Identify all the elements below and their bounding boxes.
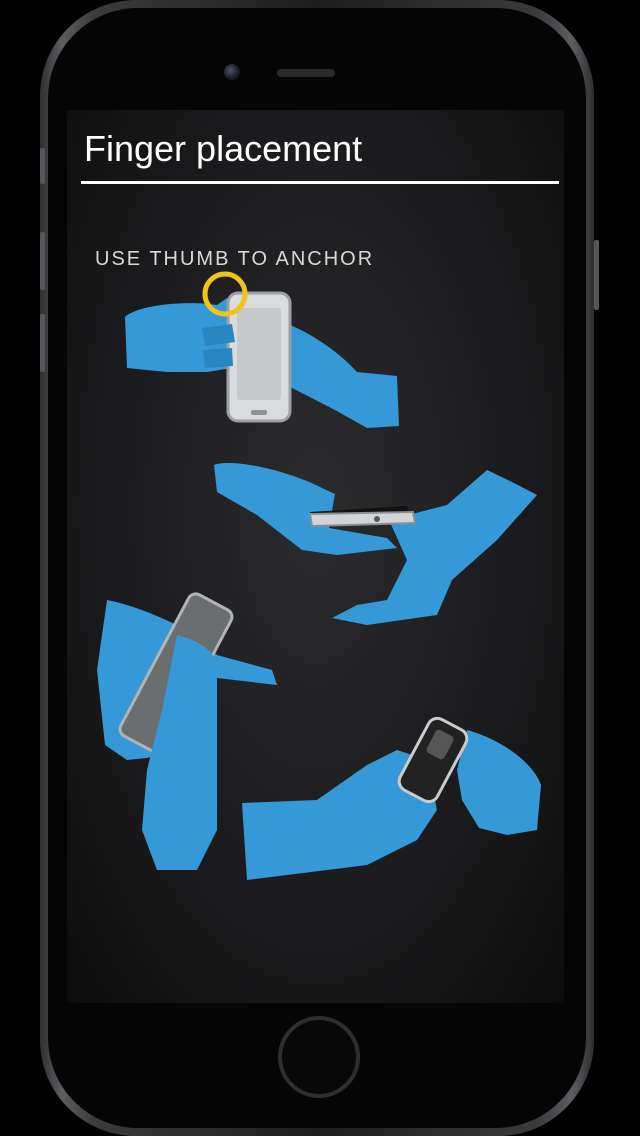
mute-switch xyxy=(40,148,45,184)
hands-holding-phone-back-illustration xyxy=(242,716,541,880)
app-screen: Finger placement USE THUMB TO ANCHOR xyxy=(67,110,564,1003)
volume-up-button xyxy=(40,232,45,290)
volume-down-button xyxy=(40,314,45,372)
hands-holding-phone-sideways-illustration xyxy=(214,462,537,625)
power-button xyxy=(594,240,599,310)
home-button[interactable] xyxy=(278,1016,360,1098)
earpiece-speaker xyxy=(277,69,335,77)
hand-holding-phone-upright-illustration xyxy=(125,271,399,428)
front-camera xyxy=(224,64,240,80)
finger-placement-illustrations xyxy=(97,271,541,880)
